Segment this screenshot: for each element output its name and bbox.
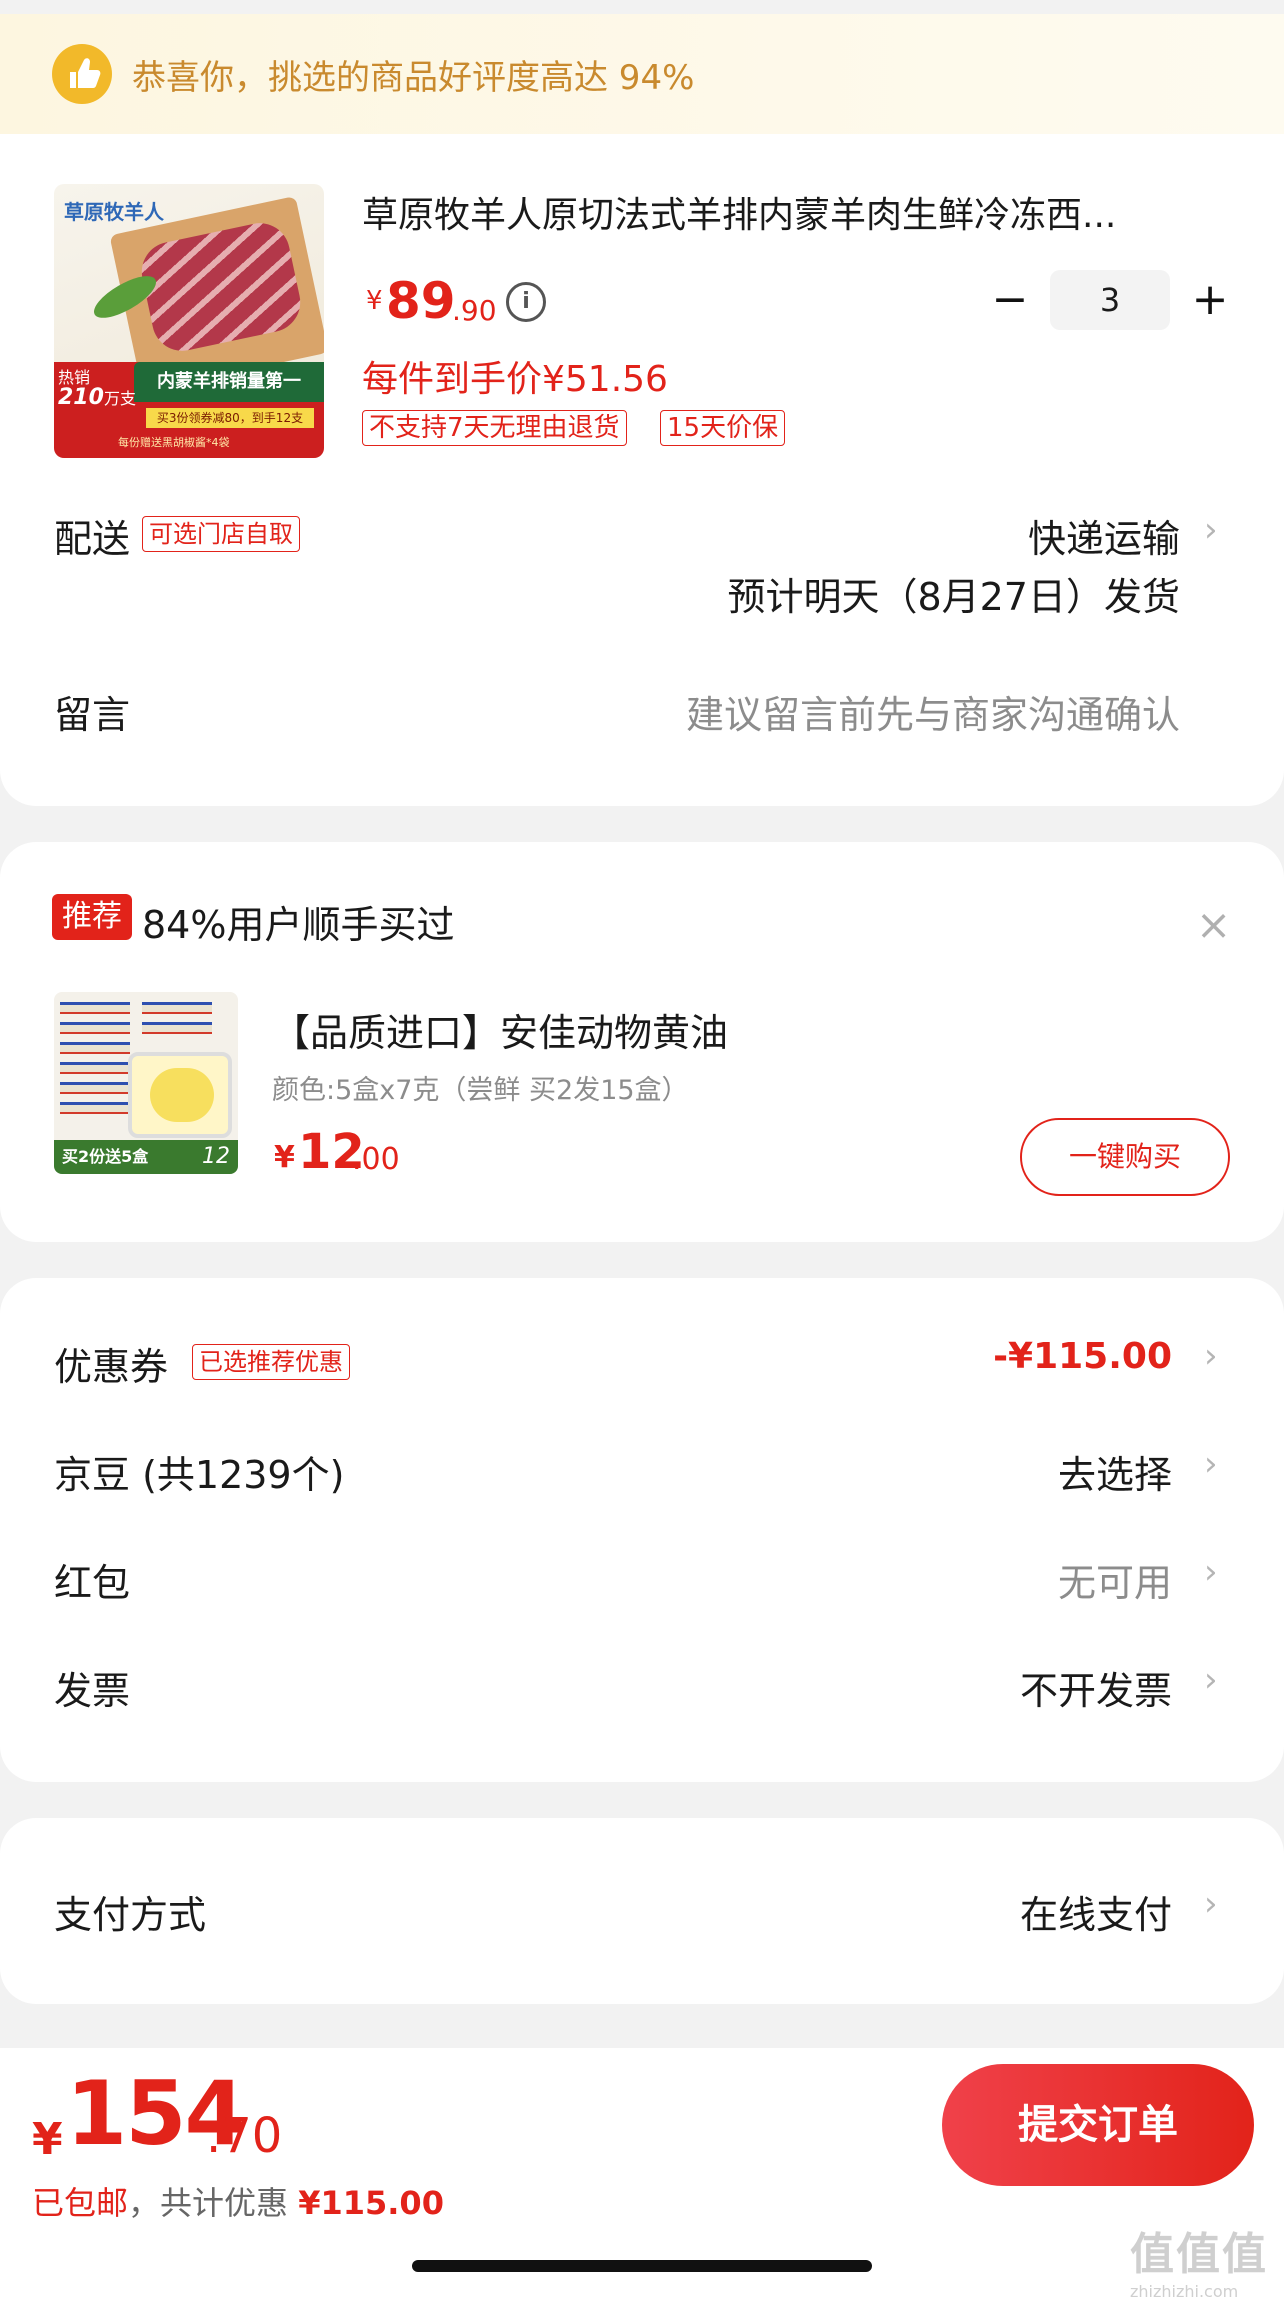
- payment-value[interactable]: 在线支付: [1020, 1884, 1172, 1939]
- delivery-label: 配送: [54, 517, 131, 561]
- price-protect-tag: 15天价保: [660, 410, 786, 446]
- message-input[interactable]: 建议留言前先与商家沟通确认: [686, 684, 1180, 739]
- quantity-value[interactable]: 3: [1050, 270, 1170, 330]
- recommend-badge: 推荐: [52, 894, 132, 940]
- watermark: 值值值 zhizhizhi.com: [1130, 2218, 1280, 2300]
- each-price: 每件到手价¥51.56: [362, 359, 668, 400]
- redpacket-label: 红包: [54, 1561, 131, 1605]
- thumbs-up-icon: [52, 44, 112, 104]
- recommend-card: 推荐 84%用户顺手买过 × 12 买2份送5盒 【品质进口】安佳动物黄油 颜色…: [0, 842, 1284, 1242]
- saved-amount: ¥115.00: [298, 2184, 444, 2222]
- coupon-label: 优惠券: [54, 1345, 169, 1389]
- home-indicator[interactable]: [412, 2260, 872, 2272]
- recommend-price-decimal: .00: [352, 1142, 400, 1177]
- butter-pack: [142, 1002, 212, 1014]
- minus-icon[interactable]: −: [990, 272, 1030, 332]
- checkout-bar: ¥ 154 .70 已包邮，共计优惠 ¥115.00 提交订单 值值值 zhiz…: [0, 2048, 1284, 2300]
- product-image-gift: 每份赠送黑胡椒酱*4袋: [118, 436, 230, 449]
- butter-pack: [60, 1022, 130, 1034]
- shipping-summary: 已包邮，共计优惠 ¥115.00: [32, 2178, 444, 2224]
- chevron-right-icon[interactable]: ›: [1204, 1660, 1218, 1700]
- one-click-buy-button[interactable]: 一键购买: [1020, 1118, 1230, 1196]
- product-image-hot: 热销 210万支: [58, 368, 136, 409]
- jingdou-value[interactable]: 去选择: [1058, 1444, 1172, 1499]
- praise-text: 恭喜你，挑选的商品好评度高达 94%: [132, 58, 695, 98]
- butter-pack: [60, 1002, 130, 1014]
- total-decimal: .70: [206, 2108, 283, 2164]
- hot-count: 210: [58, 385, 104, 410]
- watermark-logo: 值值值: [1130, 2229, 1268, 2280]
- praise-banner: 恭喜你，挑选的商品好评度高达 94%: [0, 14, 1284, 134]
- butter-pack: [60, 1062, 130, 1074]
- jingdou-label: 京豆 (共1239个): [54, 1453, 345, 1497]
- saved-prefix: ，共计优惠: [128, 2184, 299, 2222]
- butter-image-promo: 12 买2份送5盒: [54, 1140, 238, 1174]
- chevron-right-icon[interactable]: ›: [1204, 1444, 1218, 1484]
- product-image-promo: 买3份领券减80，到手12支: [146, 408, 314, 428]
- butter-pack: [60, 1042, 130, 1054]
- redpacket-value[interactable]: 无可用: [1058, 1552, 1172, 1607]
- butter-block: [150, 1068, 214, 1122]
- product-title[interactable]: 草原牧羊人原切法式羊排内蒙羊肉生鲜冷冻西...: [362, 186, 1222, 238]
- product-image-brand: 草原牧羊人: [64, 200, 164, 224]
- info-icon[interactable]: i: [506, 282, 546, 322]
- submit-order-button[interactable]: 提交订单: [942, 2064, 1254, 2186]
- payment-label: 支付方式: [54, 1893, 207, 1937]
- product-image-slogan: 内蒙羊排销量第一: [134, 362, 324, 402]
- message-label: 留言: [54, 693, 131, 737]
- product-image[interactable]: 草原牧羊人 内蒙羊排销量第一 热销 210万支 买3份领券减80，到手12支 每…: [54, 184, 324, 458]
- chevron-right-icon[interactable]: ›: [1204, 1552, 1218, 1592]
- total-symbol: ¥: [32, 2114, 63, 2165]
- butter-pack: [60, 1102, 130, 1114]
- recommend-name[interactable]: 【品质进口】安佳动物黄油: [272, 1002, 728, 1057]
- no-return-tag: 不支持7天无理由退货: [362, 410, 627, 446]
- delivery-eta: 预计明天（8月27日）发货: [727, 575, 1180, 619]
- invoice-value[interactable]: 不开发票: [1020, 1660, 1172, 1715]
- invoice-label: 发票: [54, 1669, 131, 1713]
- price-decimal: .90: [452, 294, 497, 327]
- payment-card: 支付方式 在线支付 ›: [0, 1818, 1284, 2004]
- plus-icon[interactable]: +: [1190, 272, 1230, 332]
- butter-pack: [60, 1082, 130, 1094]
- store-pickup-tag[interactable]: 可选门店自取: [142, 516, 300, 552]
- coupon-value[interactable]: -¥115.00: [993, 1336, 1172, 1377]
- price-integer: 89: [386, 272, 456, 330]
- free-shipping: 已包邮: [32, 2184, 129, 2222]
- chevron-right-icon[interactable]: ›: [1204, 1336, 1218, 1376]
- coupon-tag: 已选推荐优惠: [192, 1344, 350, 1380]
- recommend-title: 84%用户顺手买过: [142, 903, 455, 947]
- close-icon[interactable]: ×: [1196, 904, 1231, 946]
- butter-image-price: 12: [202, 1144, 230, 1169]
- chevron-right-icon[interactable]: ›: [1204, 1884, 1218, 1924]
- hot-unit: 万支: [103, 389, 136, 408]
- watermark-url: zhizhizhi.com: [1130, 2282, 1239, 2300]
- discount-card: 优惠券 已选推荐优惠 -¥115.00 › 京豆 (共1239个) 去选择 › …: [0, 1278, 1284, 1782]
- butter-pack: [142, 1022, 212, 1034]
- recommend-spec: 颜色:5盒x7克（尝鲜 买2发15盒）: [272, 1075, 689, 1106]
- recommend-price-symbol: ¥: [274, 1140, 295, 1175]
- product-card: 恭喜你，挑选的商品好评度高达 94% 草原牧羊人 内蒙羊排销量第一 热销 210…: [0, 14, 1284, 806]
- delivery-method[interactable]: 快递运输: [1028, 508, 1180, 563]
- butter-image[interactable]: 12 买2份送5盒: [54, 992, 238, 1174]
- chevron-right-icon[interactable]: ›: [1204, 510, 1218, 550]
- price-symbol: ¥: [366, 286, 383, 316]
